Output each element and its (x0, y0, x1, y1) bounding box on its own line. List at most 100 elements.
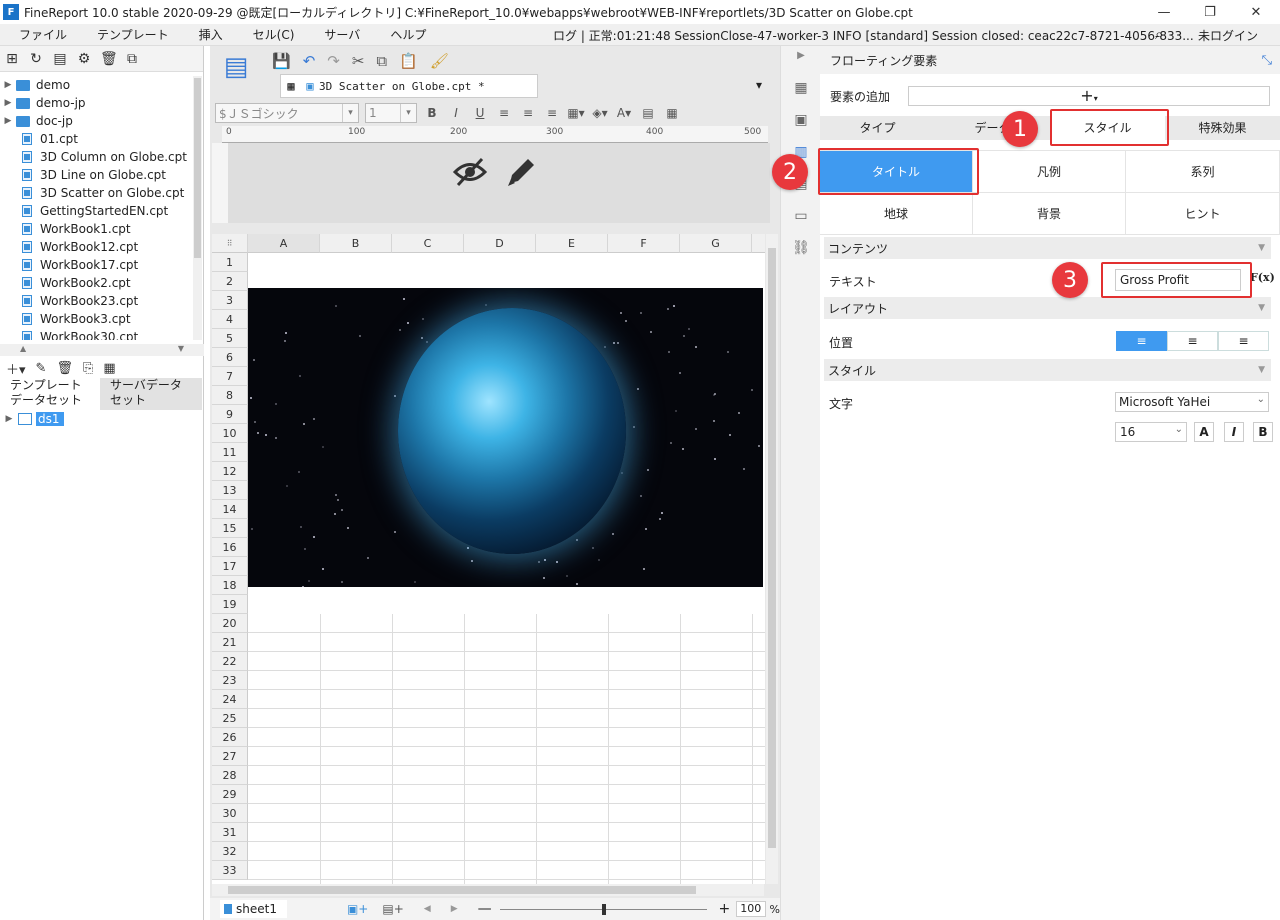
column-header[interactable]: G (680, 234, 752, 253)
menu-template[interactable]: テンプレート (78, 26, 180, 43)
merge-cells-icon[interactable]: ▤ (639, 106, 657, 120)
row-header[interactable]: 3 (212, 291, 248, 310)
section-layout[interactable]: レイアウト ▼ (824, 297, 1271, 319)
subtab-globe[interactable]: 地球 (820, 193, 973, 235)
settings-icon[interactable]: ⚙ (76, 51, 92, 67)
new-folder-icon[interactable]: ⊞ (4, 51, 20, 67)
add-element-button[interactable]: +▾ (908, 86, 1270, 106)
column-header[interactable]: C (392, 234, 464, 253)
align-center-icon[interactable]: ≡ (1167, 331, 1218, 351)
row-header[interactable]: 12 (212, 462, 248, 481)
open-icon[interactable]: ▤ (52, 51, 68, 67)
align-left-icon[interactable]: ≡ (1116, 331, 1167, 351)
border-icon[interactable]: ▦▾ (567, 106, 585, 120)
font-size-select[interactable]: 16 ⌄ (1115, 422, 1187, 442)
tree-file[interactable]: WorkBook30.cpt (0, 328, 194, 340)
pencil-icon[interactable] (504, 155, 538, 189)
row-header[interactable]: 19 (212, 595, 248, 614)
add-dataset-icon[interactable]: ＋▾ (6, 359, 26, 378)
row-header[interactable]: 16 (212, 538, 248, 557)
refresh-icon[interactable]: ↻ (28, 51, 44, 67)
column-header[interactable]: F (608, 234, 680, 253)
row-header[interactable]: 32 (212, 842, 248, 861)
login-status[interactable]: 未ログイン (1198, 27, 1258, 44)
menu-server[interactable]: サーバ (305, 26, 371, 43)
align-right-icon[interactable]: ≡ (543, 106, 561, 120)
horizontal-scrollbar[interactable] (212, 884, 764, 896)
section-contents[interactable]: コンテンツ ▼ (824, 237, 1271, 259)
minimize-icon[interactable]: — (1141, 0, 1187, 24)
tree-folder[interactable]: ▶ demo (0, 76, 194, 94)
cut-icon[interactable]: ✂ (352, 52, 365, 70)
menu-insert[interactable]: 挿入 (180, 26, 234, 43)
tree-scrollbar[interactable] (193, 76, 202, 340)
tree-file[interactable]: 3D Scatter on Globe.cpt (0, 184, 194, 202)
menu-help[interactable]: ヘルプ (371, 26, 437, 43)
font-family-select[interactable]: Microsoft YaHei ⌄ (1115, 392, 1269, 412)
tree-folder[interactable]: ▶ demo-jp (0, 94, 194, 112)
prev-sheet-icon[interactable]: ◀ (424, 904, 431, 914)
tree-folder[interactable]: ▶ doc-jp (0, 112, 194, 130)
cell-attr-icon[interactable]: ▦ (791, 80, 811, 100)
tree-file[interactable]: WorkBook1.cpt (0, 220, 194, 238)
close-icon[interactable]: ✕ (1233, 0, 1279, 24)
row-header[interactable]: 2 (212, 272, 248, 291)
collapse-arrow-icon[interactable]: ▶ (791, 50, 811, 70)
column-header[interactable]: E (536, 234, 608, 253)
tab-template-dataset[interactable]: テンプレート データセット (0, 378, 100, 410)
font-color-button[interactable]: A (1194, 422, 1214, 442)
preview-icon[interactable]: ⎘ (83, 361, 93, 376)
paste-icon[interactable]: 📋 (399, 52, 418, 70)
row-header[interactable]: 5 (212, 329, 248, 348)
row-header[interactable]: 1 (212, 253, 248, 272)
row-header[interactable]: 18 (212, 576, 248, 595)
underline-icon[interactable]: U (471, 106, 489, 120)
font-family-select[interactable]: $ＪＳゴシック ▾ (215, 103, 359, 123)
row-header[interactable]: 15 (212, 519, 248, 538)
format-painter-icon[interactable]: 🖌 (430, 52, 449, 70)
column-header[interactable]: D (464, 234, 536, 253)
row-header[interactable]: 17 (212, 557, 248, 576)
copy-icon[interactable]: ⧉ (124, 51, 140, 67)
row-header[interactable]: 6 (212, 348, 248, 367)
row-header[interactable]: 31 (212, 823, 248, 842)
redo-icon[interactable]: ↷ (327, 52, 340, 70)
tree-file[interactable]: 3D Line on Globe.cpt (0, 166, 194, 184)
split-cells-icon[interactable]: ▦ (663, 106, 681, 120)
tree-file[interactable]: WorkBook12.cpt (0, 238, 194, 256)
row-header[interactable]: 4 (212, 310, 248, 329)
row-header[interactable]: 27 (212, 747, 248, 766)
vertical-scrollbar[interactable] (766, 234, 778, 884)
row-header[interactable]: 29 (212, 785, 248, 804)
delete-icon[interactable]: 🗑 (56, 361, 73, 376)
formula-button[interactable]: F(x) (1250, 271, 1275, 284)
menu-file[interactable]: ファイル (0, 26, 78, 43)
select-all-corner[interactable]: ⠿ (212, 234, 248, 253)
tab-special-effect[interactable]: 特殊効果 (1165, 116, 1280, 140)
column-header[interactable]: A (248, 234, 320, 253)
search-icon[interactable]: ⌕ (1155, 25, 1163, 43)
zoom-slider[interactable] (499, 903, 707, 915)
row-header[interactable]: 23 (212, 671, 248, 690)
edit-icon[interactable]: ✎ (36, 361, 47, 376)
globe-chart-image[interactable] (248, 288, 763, 587)
subtab-series[interactable]: 系列 (1126, 151, 1280, 193)
font-size-select[interactable]: 1 ▾ (365, 103, 417, 123)
tree-file[interactable]: WorkBook23.cpt (0, 292, 194, 310)
row-header[interactable]: 9 (212, 405, 248, 424)
file-tab[interactable]: ▦ ▣ 3D Scatter on Globe.cpt * (280, 74, 538, 98)
tree-file[interactable]: WorkBook3.cpt (0, 310, 194, 328)
copy-icon[interactable]: ⧉ (376, 52, 387, 70)
fill-color-icon[interactable]: ◈▾ (591, 106, 609, 120)
row-header[interactable]: 26 (212, 728, 248, 747)
hidden-eye-icon[interactable] (452, 155, 488, 189)
collapse-icon[interactable]: ⤡ (1262, 53, 1272, 68)
align-center-icon[interactable]: ≡ (519, 106, 537, 120)
save-icon[interactable]: 💾 (272, 52, 291, 70)
row-header[interactable]: 21 (212, 633, 248, 652)
font-color-icon[interactable]: A▾ (615, 106, 633, 120)
zoom-input[interactable]: 100 (736, 901, 766, 917)
italic-icon[interactable]: I (447, 106, 465, 120)
undo-icon[interactable]: ↶ (303, 52, 316, 70)
row-header[interactable]: 22 (212, 652, 248, 671)
